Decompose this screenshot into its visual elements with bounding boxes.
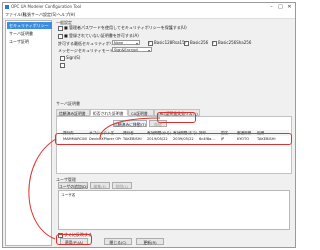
arrow-to-apply [28, 138, 57, 240]
annotation-arrows [28, 117, 161, 240]
arrow-to-row [99, 117, 161, 140]
